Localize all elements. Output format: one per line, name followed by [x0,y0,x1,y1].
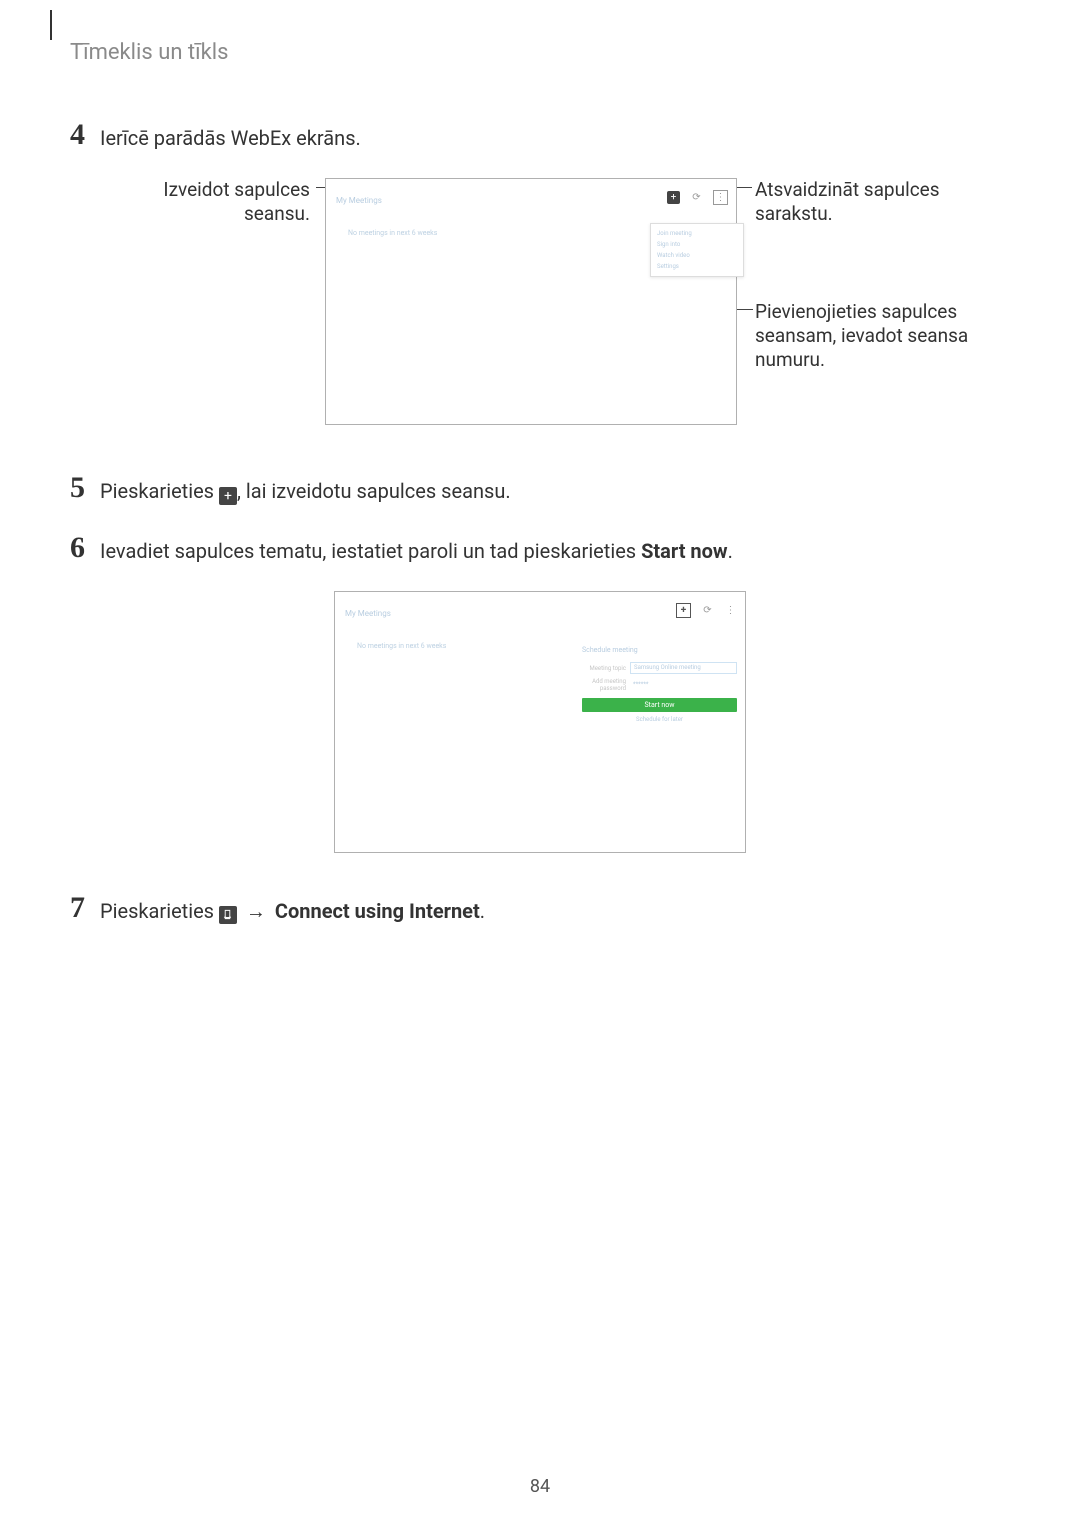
step-text: Ierīcē parādās WebEx ekrāns. [100,120,361,150]
form-row: Add meeting password ****** [582,678,737,692]
overflow-menu: Join meeting Sign into Watch video Setti… [650,223,744,277]
step-text: Pieskarieties → Connect using Internet. [100,893,485,924]
form-row: Meeting topic Samsung Online meeting [582,662,737,674]
row-label: Meeting topic [582,665,630,672]
step-text: Ievadiet sapulces tematu, iestatiet paro… [100,533,733,563]
new-meeting-icon[interactable]: + [676,603,691,618]
step-number: 7 [70,893,100,923]
phone-svg [222,909,233,920]
header-icons: + ⟳ ⋮ [667,190,728,205]
menu-item[interactable]: Settings [657,261,737,272]
step-6: 6 Ievadiet sapulces tematu, iestatiet pa… [70,533,1010,563]
page-number: 84 [0,1476,1080,1497]
step-5: 5 Pieskarieties +, lai izveidotu sapulce… [70,473,1010,505]
text-part: , lai izveidotu sapulces seansu. [237,479,511,503]
bold-text: Connect using Internet [275,899,480,923]
new-meeting-icon[interactable]: + [667,191,680,204]
menu-item[interactable]: Join meeting [657,228,737,239]
screen-title: My Meetings [336,196,382,205]
step-7: 7 Pieskarieties → Connect using Internet… [70,893,1010,924]
step-text: Pieskarieties +, lai izveidotu sapulces … [100,473,511,505]
header-rule [50,10,52,40]
row-value[interactable]: Samsung Online meeting [630,662,737,674]
menu-icon[interactable]: ⋮ [713,190,728,205]
text-part: . [480,899,485,923]
webex-screen-2: My Meetings + ⟳ ⋮ No meetings in next 6 … [334,591,746,853]
screen-header: My Meetings + ⟳ ⋮ [326,179,736,221]
refresh-icon[interactable]: ⟳ [690,191,703,204]
refresh-icon[interactable]: ⟳ [701,604,714,617]
schedule-later-link[interactable]: Schedule for later [582,716,737,723]
step-number: 6 [70,533,100,563]
webex-screen-1: My Meetings + ⟳ ⋮ No meetings in next 6 … [325,178,737,425]
page-content: Tīmeklis un tīkls 4 Ierīcē parādās WebEx… [0,0,1080,924]
phone-icon [219,906,237,924]
screen-header: My Meetings + ⟳ ⋮ [335,592,745,634]
row-value[interactable]: ****** [630,680,737,690]
arrow-text: → [237,899,275,923]
leader-line-r2 [735,309,753,310]
step-4: 4 Ierīcē parādās WebEx ekrāns. [70,120,1010,150]
start-now-button[interactable]: Start now [582,698,737,712]
callout-refresh: Atsvaidzināt sapulces sarakstu. [755,178,985,226]
plus-icon: + [219,487,237,505]
step-number: 5 [70,473,100,503]
text-part: Pieskarieties [100,479,219,503]
step-number: 4 [70,120,100,150]
menu-item[interactable]: Watch video [657,250,737,261]
text-part: . [728,539,733,563]
section-title: Tīmeklis un tīkls [70,40,1010,65]
menu-icon[interactable]: ⋮ [724,604,737,617]
form-title: Schedule meeting [582,646,737,654]
figure-1: Izveidot sapulces seansu. Atsvaidzināt s… [70,178,1010,433]
header-icons: + ⟳ ⋮ [676,603,737,618]
menu-item[interactable]: Sign into [657,239,737,250]
bold-text: Start now [641,539,728,563]
text-part: Ievadiet sapulces tematu, iestatiet paro… [100,539,641,563]
screen-title: My Meetings [345,609,391,618]
row-label: Add meeting password [582,678,630,692]
callout-create-meeting: Izveidot sapulces seansu. [110,178,310,226]
text-part: Pieskarieties [100,899,219,923]
schedule-form: Schedule meeting Meeting topic Samsung O… [582,646,737,723]
callout-join-meeting: Pievienojieties sapulces seansam, ievado… [755,300,975,371]
